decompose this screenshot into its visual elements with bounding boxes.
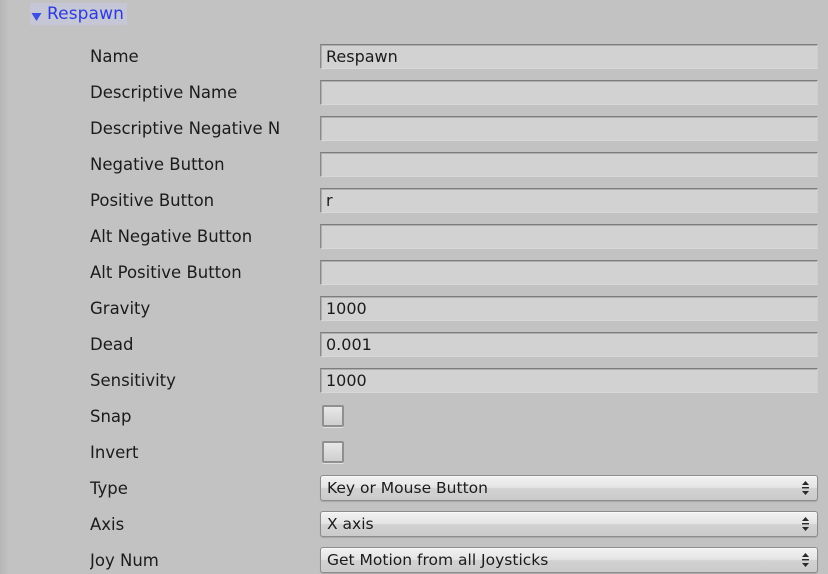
property-row-descriptive-negative-n: Descriptive Negative N — [0, 110, 828, 146]
property-row-snap: Snap — [0, 398, 828, 434]
text-field-gravity[interactable]: 1000 — [320, 295, 818, 321]
property-row-type: Type Key or Mouse Button — [0, 470, 828, 506]
chevron-updown-icon — [800, 480, 811, 496]
dropdown-value-type: Key or Mouse Button — [327, 479, 488, 497]
text-field-name[interactable]: Respawn — [320, 43, 818, 69]
property-row-gravity: Gravity 1000 — [0, 290, 828, 326]
property-label-axis: Axis — [90, 514, 125, 534]
property-label-invert: Invert — [90, 442, 139, 462]
property-label-positive-button: Positive Button — [90, 190, 215, 210]
triangle-down-icon[interactable] — [30, 8, 43, 21]
property-row-joy-num: Joy Num Get Motion from all Joysticks — [0, 542, 828, 574]
text-field-alt-negative-button[interactable] — [320, 223, 818, 249]
property-label-dead: Dead — [90, 334, 134, 354]
property-row-descriptive-name: Descriptive Name — [0, 74, 828, 110]
property-row-alt-positive-button: Alt Positive Button — [0, 254, 828, 290]
text-field-positive-button[interactable]: r — [320, 187, 818, 213]
property-label-alt-negative-button: Alt Negative Button — [90, 226, 253, 246]
foldout-header-respawn[interactable]: Respawn — [30, 3, 127, 25]
property-row-axis: Axis X axis — [0, 506, 828, 542]
checkbox-invert[interactable] — [322, 441, 344, 463]
property-label-negative-button: Negative Button — [90, 154, 225, 174]
property-label-descriptive-name: Descriptive Name — [90, 82, 238, 102]
foldout-label: Respawn — [47, 3, 124, 24]
text-field-negative-button[interactable] — [320, 151, 818, 177]
property-label-snap: Snap — [90, 406, 132, 426]
property-row-name: Name Respawn — [0, 38, 828, 74]
chevron-updown-icon — [800, 516, 811, 532]
checkbox-snap[interactable] — [322, 405, 344, 427]
property-row-dead: Dead 0.001 — [0, 326, 828, 362]
dropdown-type[interactable]: Key or Mouse Button — [320, 475, 818, 501]
property-row-negative-button: Negative Button — [0, 146, 828, 182]
text-field-dead[interactable]: 0.001 — [320, 331, 818, 357]
property-label-name: Name — [90, 46, 139, 66]
property-label-alt-positive-button: Alt Positive Button — [90, 262, 242, 282]
property-label-type: Type — [90, 478, 128, 498]
property-row-sensitivity: Sensitivity 1000 — [0, 362, 828, 398]
text-field-alt-positive-button[interactable] — [320, 259, 818, 285]
property-label-joy-num: Joy Num — [90, 550, 159, 570]
property-row-invert: Invert — [0, 434, 828, 470]
text-field-descriptive-negative-n[interactable] — [320, 115, 818, 141]
property-label-gravity: Gravity — [90, 298, 151, 318]
dropdown-value-axis: X axis — [327, 515, 374, 533]
dropdown-value-joy-num: Get Motion from all Joysticks — [327, 551, 549, 569]
text-field-sensitivity[interactable]: 1000 — [320, 367, 818, 393]
property-row-alt-negative-button: Alt Negative Button — [0, 218, 828, 254]
property-label-descriptive-negative-n: Descriptive Negative N — [90, 118, 281, 138]
text-field-descriptive-name[interactable] — [320, 79, 818, 105]
property-row-positive-button: Positive Button r — [0, 182, 828, 218]
input-manager-inspector: Respawn Name Respawn Descriptive Name Descr… — [0, 0, 828, 574]
property-label-sensitivity: Sensitivity — [90, 370, 176, 390]
dropdown-joy-num[interactable]: Get Motion from all Joysticks — [320, 547, 818, 573]
chevron-updown-icon — [800, 552, 811, 568]
dropdown-axis[interactable]: X axis — [320, 511, 818, 537]
